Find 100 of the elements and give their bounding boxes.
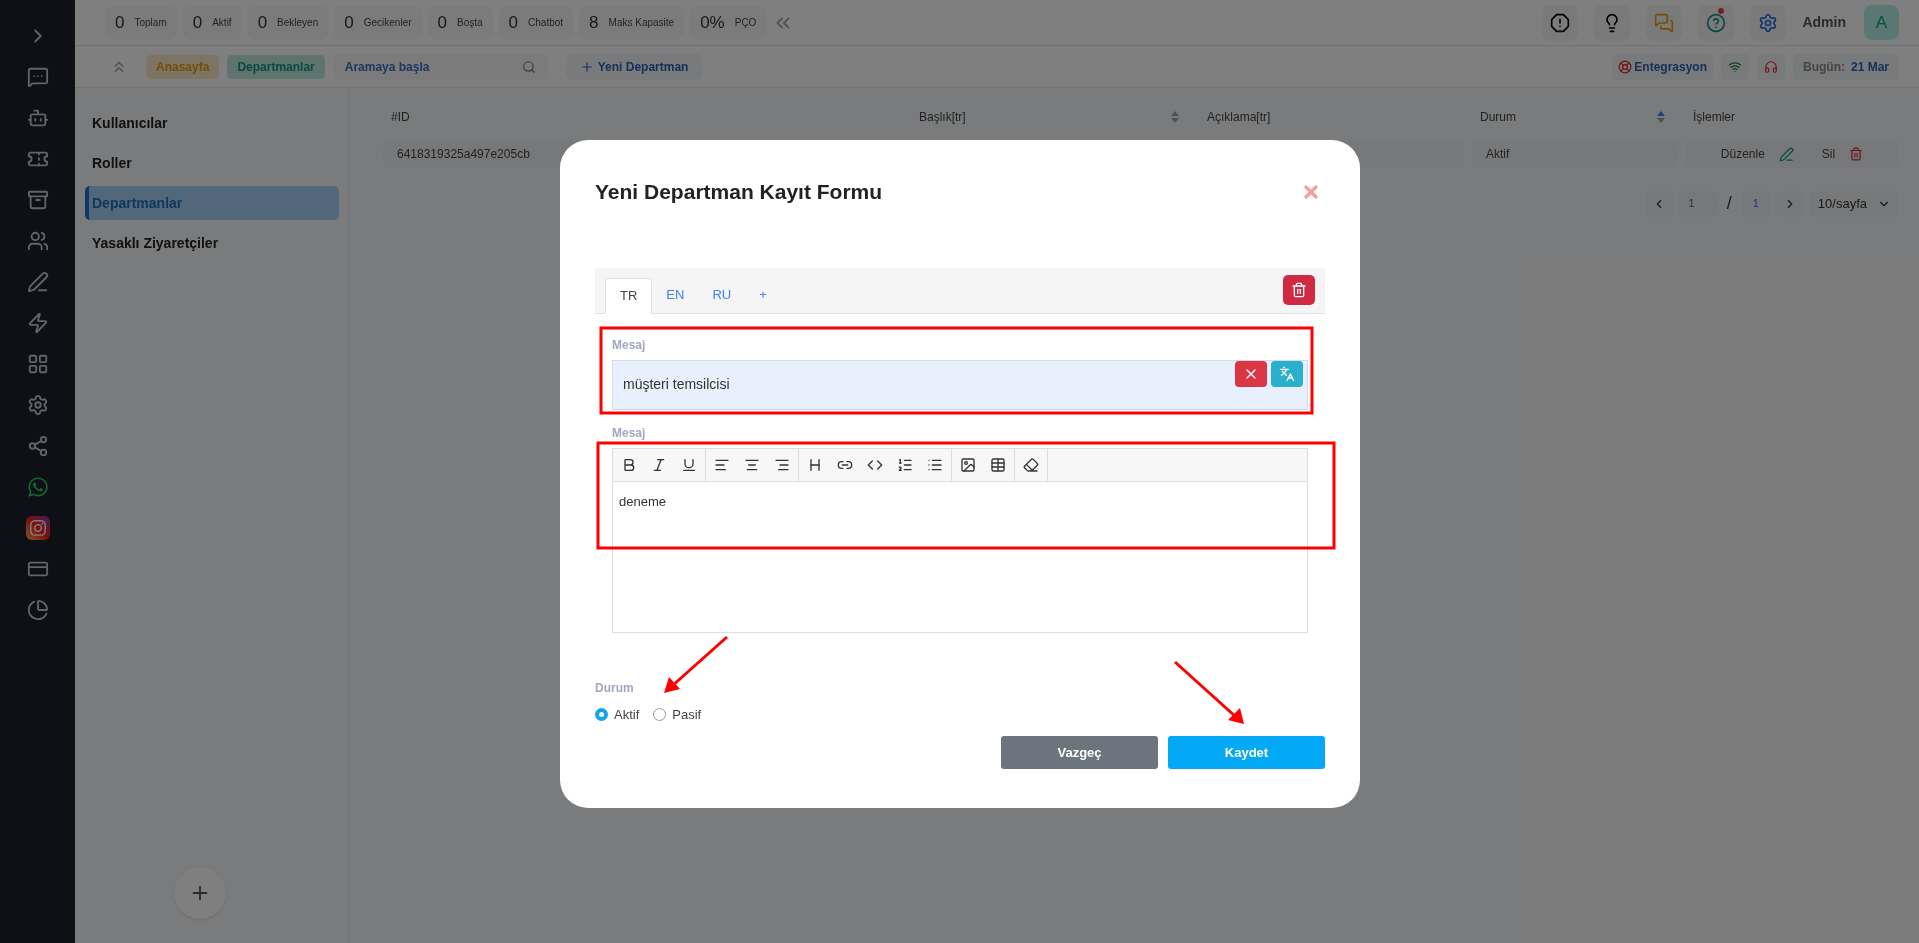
stat-value: 0 xyxy=(257,11,268,34)
delete-button[interactable] xyxy=(1283,275,1315,305)
language-tab[interactable]: EN xyxy=(652,276,699,313)
user-name[interactable]: Admin xyxy=(1802,12,1846,33)
radio-button[interactable] xyxy=(595,707,608,721)
bolt-icon[interactable] xyxy=(26,311,49,334)
stat-label: Toplam xyxy=(134,16,167,30)
column-header: Başlık[tr] xyxy=(919,109,966,126)
annotation-arrow xyxy=(1174,660,1244,724)
submenu-item[interactable]: Departmanlar xyxy=(85,186,339,220)
field-label: Mesaj xyxy=(612,336,647,354)
search-field[interactable]: Aramaya başla xyxy=(332,53,548,80)
wifi-icon xyxy=(1728,59,1742,74)
eraser-icon[interactable] xyxy=(1023,456,1039,473)
submenu-item[interactable]: Kullanıcılar xyxy=(85,106,339,140)
translate-button[interactable] xyxy=(1271,360,1303,387)
delete-link[interactable]: Sil xyxy=(1821,145,1836,163)
integration-label: Entegrasyon xyxy=(1634,58,1707,76)
stat-value: 8 xyxy=(589,11,599,34)
new-department-button[interactable]: Yeni Departman xyxy=(565,53,703,80)
help-button[interactable] xyxy=(1698,4,1735,41)
plus-icon xyxy=(579,59,594,74)
clear-button[interactable] xyxy=(1235,360,1267,387)
settings-icon[interactable] xyxy=(26,393,49,416)
stat-label: PÇO xyxy=(734,16,757,30)
stat-value: 0 xyxy=(192,11,203,34)
search-icon[interactable] xyxy=(521,59,536,74)
underline-icon[interactable] xyxy=(681,456,697,473)
stat-label: Aktif xyxy=(212,16,232,30)
column-header: #ID xyxy=(391,109,410,126)
help-icon xyxy=(1706,12,1727,33)
avatar[interactable]: A xyxy=(1864,5,1899,40)
italic-icon[interactable] xyxy=(651,456,667,473)
language-tab[interactable]: TR xyxy=(605,277,653,314)
stat-label: Chatbot xyxy=(528,16,564,30)
table-icon[interactable] xyxy=(990,456,1006,473)
headset-button[interactable] xyxy=(1757,53,1785,80)
language-tab[interactable]: + xyxy=(745,276,781,313)
page-separator: / xyxy=(1726,192,1732,215)
settings-button[interactable] xyxy=(1750,4,1787,41)
rich-text-editor[interactable]: deneme xyxy=(612,447,1308,633)
settings-icon xyxy=(1758,12,1779,33)
chat-icon[interactable] xyxy=(26,65,49,88)
wifi-button[interactable] xyxy=(1721,53,1749,80)
stat-value: 0 xyxy=(508,11,519,34)
submenu-item[interactable]: Yasaklı Ziyaretçiler xyxy=(85,226,339,260)
status-label: Durum xyxy=(595,679,635,697)
field-label: Mesaj xyxy=(612,424,647,442)
integration-badge[interactable]: Entegrasyon xyxy=(1612,53,1713,80)
cancel-button[interactable]: Vazgeç xyxy=(1001,736,1158,769)
submenu-item[interactable]: Roller xyxy=(85,146,339,180)
column-header: Açıklama[tr] xyxy=(1207,109,1271,126)
stat-label: Bekleyen xyxy=(277,16,319,30)
stat-value: 0% xyxy=(700,11,725,34)
stat-label: Maks Kapasite xyxy=(608,16,675,30)
stat-value: 0 xyxy=(115,11,125,34)
ordered-list-icon[interactable] xyxy=(897,456,913,473)
bulb-button[interactable] xyxy=(1594,4,1631,41)
stat-value: 0 xyxy=(437,11,447,34)
message-input[interactable]: müşteri temsilcisi xyxy=(612,359,1308,410)
editor-content: deneme xyxy=(618,492,667,511)
sort-icon[interactable] xyxy=(1171,111,1179,123)
share-icon[interactable] xyxy=(26,434,49,457)
breadcrumb-link[interactable]: Departmanlar xyxy=(227,54,325,79)
grid-icon[interactable] xyxy=(26,352,49,375)
lifebuoy-icon xyxy=(1618,59,1633,74)
trash-icon xyxy=(1291,282,1307,298)
bold-icon[interactable] xyxy=(621,456,637,473)
chat-icon xyxy=(1654,12,1675,33)
column-header: İşlemler xyxy=(1693,109,1735,126)
alert-icon xyxy=(1550,12,1571,33)
translate-icon xyxy=(1279,365,1295,382)
chat-button[interactable] xyxy=(1646,4,1683,41)
page-size-select[interactable]: 10/sayfa xyxy=(1809,190,1899,217)
trash-icon[interactable] xyxy=(1849,147,1864,161)
sort-icon[interactable] xyxy=(1657,111,1665,123)
pen-icon[interactable] xyxy=(1778,146,1794,162)
heading-icon[interactable] xyxy=(807,456,823,473)
pie-chart-icon[interactable] xyxy=(26,598,49,621)
edit-link[interactable]: Düzenle xyxy=(1720,145,1765,163)
save-button[interactable]: Kaydet xyxy=(1168,736,1325,769)
stat-label: Boşta xyxy=(457,16,483,30)
column-header: Durum xyxy=(1480,109,1516,126)
modal-title: Yeni Departman Kayıt Formu xyxy=(595,179,883,205)
inbox-icon[interactable] xyxy=(26,188,49,211)
stat-label: Gecikenler xyxy=(363,16,412,30)
language-tab[interactable]: RU xyxy=(698,276,746,313)
pen-icon[interactable] xyxy=(26,270,49,293)
stat-value: 0 xyxy=(344,11,354,34)
instagram-icon[interactable] xyxy=(25,515,50,540)
radio-label: Aktif xyxy=(614,705,640,724)
radio-button[interactable] xyxy=(653,707,667,721)
alert-button[interactable] xyxy=(1542,4,1579,41)
whatsapp-icon[interactable] xyxy=(26,475,49,498)
radio-label: Pasif xyxy=(672,705,702,724)
annotation-arrow xyxy=(664,635,728,693)
image-icon[interactable] xyxy=(960,456,976,473)
today-date: 21 Mar xyxy=(1850,58,1889,76)
users-icon[interactable] xyxy=(26,229,49,252)
headset-icon xyxy=(1764,59,1778,74)
